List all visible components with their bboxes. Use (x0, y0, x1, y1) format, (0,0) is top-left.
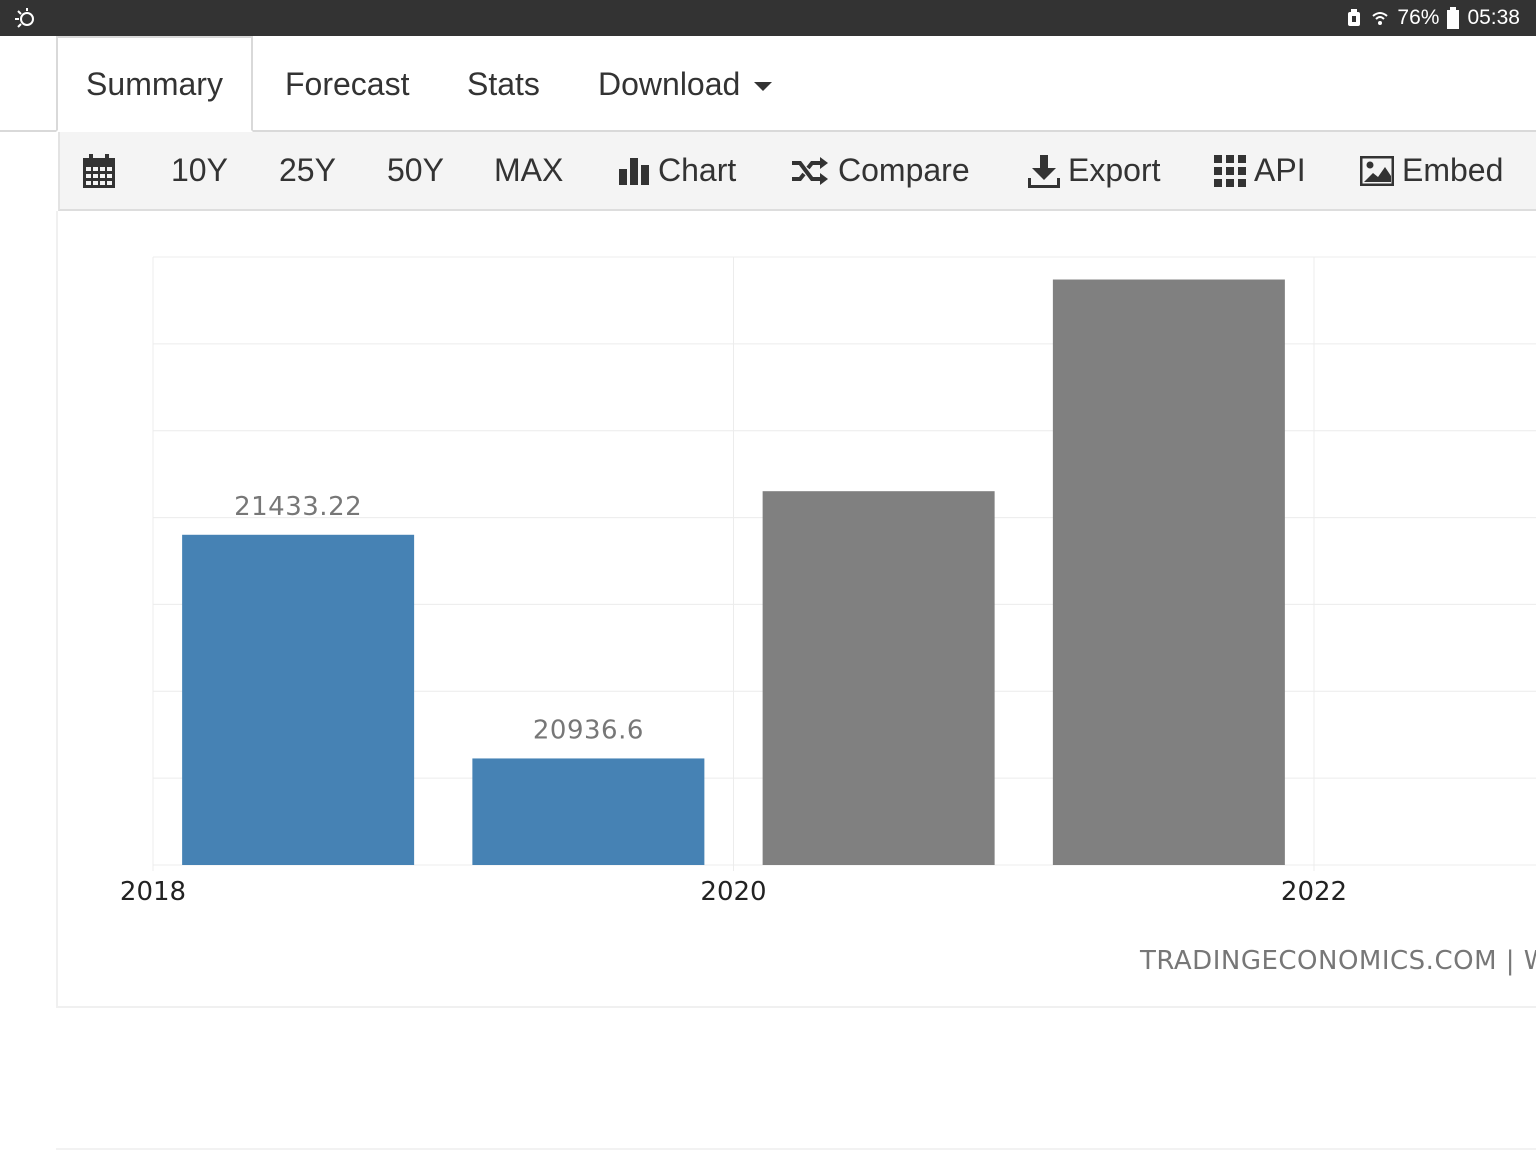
bar (472, 758, 705, 865)
bar (1052, 279, 1285, 865)
x-tick-label: 2022 (1281, 877, 1347, 907)
x-tick-label: 2020 (700, 877, 766, 907)
bar-chart: 21433.22 20936.6 2018 2020 2022 (120, 256, 1536, 907)
divider (56, 1148, 1536, 1150)
bar (762, 491, 995, 865)
data-label: 20936.6 (533, 715, 644, 745)
chart-credit: TRADINGECONOMICS.COM | WO (1140, 946, 1536, 976)
x-tick-label: 2018 (120, 877, 186, 907)
bar (182, 534, 415, 865)
data-label: 21433.22 (234, 492, 362, 522)
